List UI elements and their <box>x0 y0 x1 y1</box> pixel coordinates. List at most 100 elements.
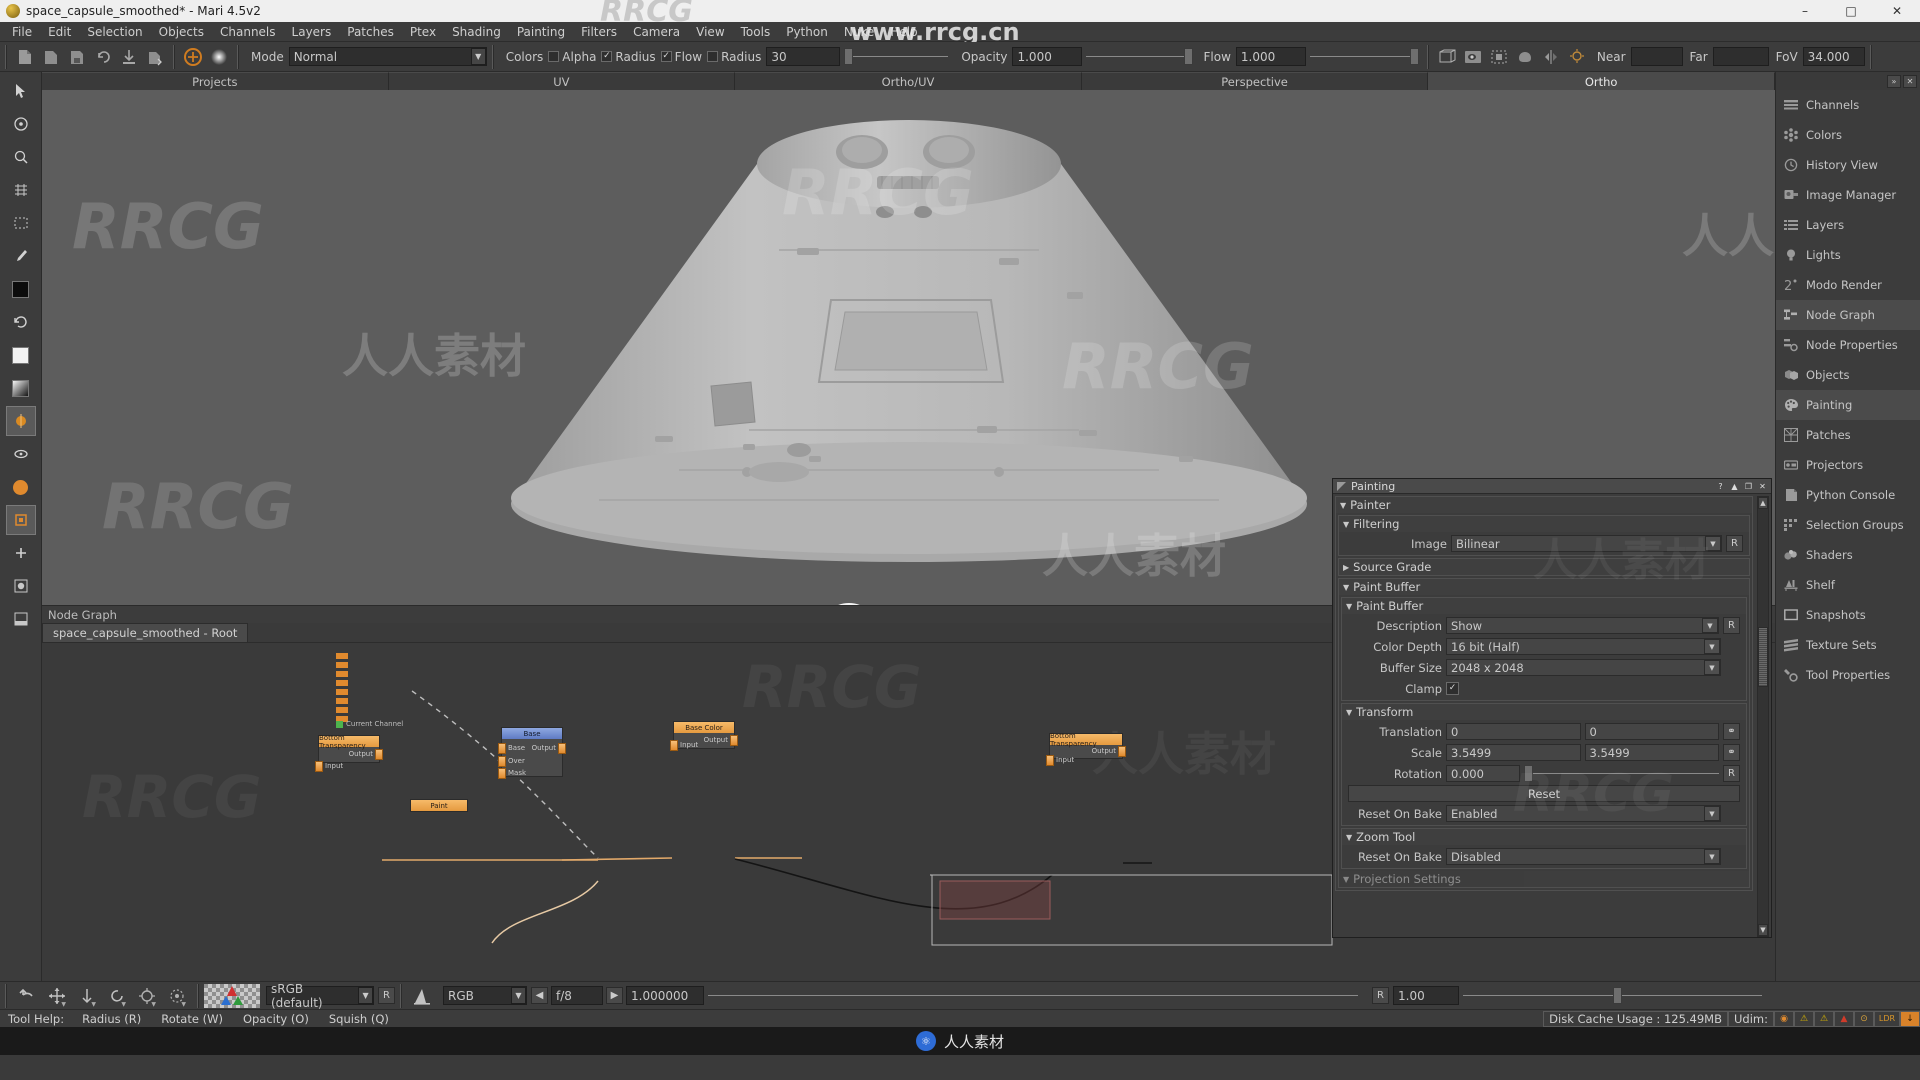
close-icon[interactable]: ✕ <box>1903 74 1917 88</box>
sidebar-item-image-manager[interactable]: Image Manager <box>1776 180 1920 210</box>
painting-palette-titlebar[interactable]: Painting ? ▲ ❐ ✕ <box>1333 479 1771 494</box>
row-reset-on-bake[interactable]: Reset On Bake Enabled ▼ <box>1342 804 1740 823</box>
painting-palette-body[interactable]: ▼ Painter ▼ Filtering Image Bilinear ▼ R… <box>1333 494 1771 939</box>
zoom-reset-on-bake-combo[interactable]: Disabled ▼ <box>1446 848 1721 865</box>
row-rotation[interactable]: Rotation 0.000 R <box>1342 764 1740 783</box>
radius-slider[interactable] <box>844 47 954 66</box>
group-paint-buffer-sub[interactable]: ▼ Paint Buffer Description Show ▼ R Colo… <box>1341 597 1747 701</box>
menu-camera[interactable]: Camera <box>625 23 688 41</box>
row-translation[interactable]: Translation 0 0 ⚭ <box>1342 722 1740 741</box>
channel-chip[interactable] <box>336 707 348 713</box>
right-slider-track-r[interactable] <box>1622 995 1762 996</box>
node-output-pin[interactable] <box>1118 746 1126 757</box>
open-project-icon[interactable] <box>39 45 63 69</box>
select-tool-button[interactable] <box>6 76 36 106</box>
menu-objects[interactable]: Objects <box>151 23 212 41</box>
node-output-pin[interactable] <box>558 743 566 754</box>
node-input-pin[interactable] <box>1046 755 1054 766</box>
channel-chip[interactable] <box>336 671 348 677</box>
node-base[interactable]: Base Output Base Over Mask <box>498 727 566 779</box>
sidebar-item-history-view[interactable]: History View <box>1776 150 1920 180</box>
menu-nuke[interactable]: Nuke <box>836 23 883 41</box>
main-toolbar[interactable]: Mode Normal ▼ Colors Alpha ✓ Radius ✓ Fl… <box>0 42 1920 72</box>
chevron-down-icon[interactable]: ▼ <box>1704 806 1720 821</box>
left-tool-strip[interactable] <box>0 72 42 981</box>
group-transform-header[interactable]: ▼ Transform <box>1342 704 1746 720</box>
chevron-down-icon[interactable]: ▼ <box>1704 849 1720 864</box>
sidebar-item-lights[interactable]: Lights <box>1776 240 1920 270</box>
reset-button[interactable]: Reset <box>1348 785 1740 802</box>
opacity-input[interactable]: 1.000 <box>1012 47 1083 66</box>
group-source-grade[interactable]: ▶ Source Grade <box>1338 558 1750 576</box>
channel-chip[interactable] <box>336 698 348 704</box>
tab-ortho-uv[interactable]: Ortho/UV <box>735 72 1082 90</box>
menubar[interactable]: File Edit Selection Objects Channels Lay… <box>0 18 1920 46</box>
mode-combo[interactable]: Normal ▼ <box>288 47 487 66</box>
chevron-down-icon[interactable]: ▼ <box>1704 639 1720 654</box>
sidebar-item-colors[interactable]: Colors <box>1776 120 1920 150</box>
menu-layers[interactable]: Layers <box>284 23 340 41</box>
pan-tool-button[interactable] <box>6 109 36 139</box>
tab-uv[interactable]: UV <box>388 72 736 90</box>
status-indicator-record-icon[interactable]: ⊙ <box>1854 1010 1874 1027</box>
node-input-pin[interactable] <box>315 761 323 772</box>
node-input-pin[interactable] <box>670 740 678 751</box>
sidebar-item-python-console[interactable]: Python Console <box>1776 480 1920 510</box>
menu-help[interactable]: Help <box>882 23 925 41</box>
row-buffer-size[interactable]: Buffer Size 2048 x 2048 ▼ <box>1342 658 1740 677</box>
dropdown-caret[interactable]: ▼ <box>91 1001 96 1008</box>
group-zoom-tool[interactable]: ▼ Zoom Tool Reset On Bake Disabled ▼ <box>1341 828 1747 869</box>
color-swatch-black[interactable] <box>6 274 36 304</box>
node-output-pin[interactable] <box>730 735 738 746</box>
chevron-down-icon[interactable]: ▼ <box>1704 660 1720 675</box>
painting-palette[interactable]: Painting ? ▲ ❐ ✕ ▼ Painter ▼ Filtering I… <box>1332 478 1772 938</box>
alpha-checkbox[interactable]: ✓ <box>601 51 613 62</box>
menu-selection[interactable]: Selection <box>79 23 150 41</box>
colorspace-combo[interactable]: sRGB (default) ▼ <box>266 982 374 1010</box>
rotation-reset-button[interactable]: R <box>1723 765 1740 782</box>
dropdown-caret[interactable]: ▼ <box>151 1001 156 1008</box>
chevron-down-icon[interactable]: ▼ <box>358 987 373 1004</box>
chevron-down-icon[interactable]: ▼ <box>1343 583 1349 592</box>
right-dock-header[interactable]: » ✕ <box>1776 72 1920 90</box>
chevron-down-icon[interactable]: ▼ <box>1340 501 1346 510</box>
down-arrow-icon[interactable]: ▼ <box>72 984 102 1008</box>
right-reset-button[interactable]: R <box>1372 987 1389 1004</box>
status-indicator-download-icon[interactable]: ↓ <box>1900 1010 1920 1027</box>
maximize-button[interactable]: □ <box>1828 0 1874 22</box>
menu-patches[interactable]: Patches <box>339 23 402 41</box>
exposure-input[interactable]: f/8 <box>551 986 603 1005</box>
radius-checkbox[interactable]: ✓ <box>660 51 672 62</box>
chevron-down-icon[interactable]: ▼ <box>1343 520 1349 529</box>
zoom-tool-button[interactable] <box>6 142 36 172</box>
fov-input[interactable]: 34.000 <box>1802 47 1865 66</box>
clamp-checkbox[interactable]: ✓ <box>1446 682 1459 695</box>
dropdown-caret[interactable]: ▼ <box>181 1001 186 1008</box>
scroll-down-button[interactable]: ▼ <box>1758 924 1768 936</box>
viewport-tab-bar[interactable]: Projects UV Ortho/UV Perspective Ortho <box>42 72 1775 90</box>
flow-checkbox[interactable] <box>707 51 719 62</box>
row-image-filter[interactable]: Image Bilinear ▼ R <box>1339 534 1743 553</box>
sidebar-item-channels[interactable]: Channels <box>1776 90 1920 120</box>
radius-slider-handle[interactable] <box>844 48 854 65</box>
scroll-up-button[interactable]: ▲ <box>1758 497 1768 509</box>
color-swatch-orange[interactable] <box>6 472 36 502</box>
chevron-down-icon[interactable]: ▼ <box>470 48 486 65</box>
group-paint-buffer-sub-header[interactable]: ▼ Paint Buffer <box>1342 598 1746 614</box>
painting-palette-scrollbar[interactable]: ▲ ▼ <box>1757 496 1769 937</box>
view-toggle-icon[interactable] <box>1461 45 1485 69</box>
color-depth-combo[interactable]: 16 bit (Half) ▼ <box>1446 638 1721 655</box>
channel-chip[interactable] <box>336 689 348 695</box>
undo-icon[interactable] <box>91 45 115 69</box>
row-description[interactable]: Description Show ▼ R <box>1342 616 1740 635</box>
group-paint-buffer-header[interactable]: ▼ Paint Buffer <box>1339 579 1749 595</box>
export-icon[interactable] <box>143 45 167 69</box>
menu-channels[interactable]: Channels <box>212 23 284 41</box>
gamma-slider[interactable] <box>708 986 1368 1005</box>
sidebar-item-node-graph[interactable]: Node Graph <box>1776 300 1920 330</box>
right-dock-panel[interactable]: » ✕ Channels Colors History View Image M… <box>1775 72 1920 981</box>
right-slider-track-l[interactable] <box>1463 995 1613 996</box>
chevron-down-icon[interactable]: ▼ <box>511 987 526 1004</box>
reset-on-bake-combo[interactable]: Enabled ▼ <box>1446 805 1721 822</box>
mask-tool-button[interactable] <box>6 571 36 601</box>
